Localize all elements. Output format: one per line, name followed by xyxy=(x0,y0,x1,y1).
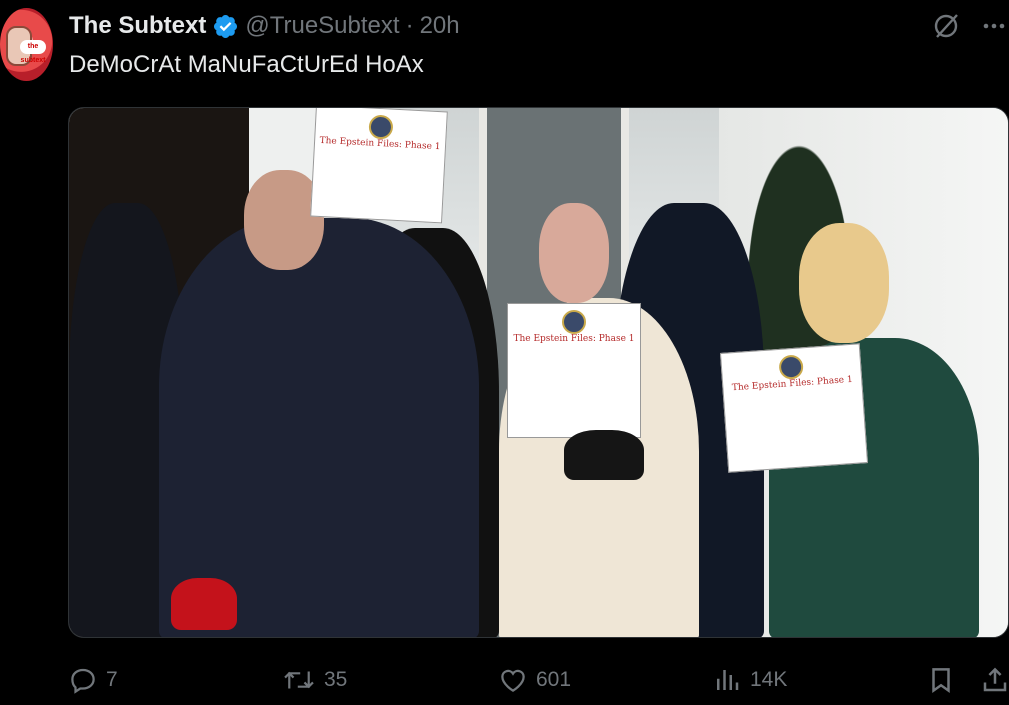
separator-dot: · xyxy=(405,12,414,39)
photo-red-hat xyxy=(171,578,237,630)
tweet-action-bar: 7 35 601 14K xyxy=(68,660,1009,700)
author-display-name[interactable]: The Subtext xyxy=(69,12,206,40)
repost-count: 35 xyxy=(324,668,348,691)
tweet-timestamp[interactable]: 20h xyxy=(420,12,460,40)
views-count: 14K xyxy=(750,668,788,691)
bookmark-button[interactable] xyxy=(926,660,956,700)
repost-icon xyxy=(284,671,314,689)
photo-person-head xyxy=(539,203,609,303)
bookmark-icon xyxy=(932,668,950,694)
tweet-photo[interactable]: The Epstein Files: Phase 1 The Epstein F… xyxy=(68,107,1009,638)
grok-icon[interactable] xyxy=(931,11,961,41)
seal-icon xyxy=(778,354,804,380)
verified-badge-icon[interactable] xyxy=(212,13,239,40)
avatar-logo: the subtext xyxy=(20,40,46,64)
seal-icon xyxy=(368,114,394,140)
photo-binder: The Epstein Files: Phase 1 xyxy=(719,343,869,473)
heart-icon xyxy=(501,669,525,692)
reply-icon xyxy=(71,668,95,694)
tweet-header: The Subtext @TrueSubtext · 20h xyxy=(69,10,460,42)
views-button[interactable]: 14K xyxy=(712,660,787,700)
views-icon xyxy=(717,670,739,690)
like-count: 601 xyxy=(536,668,572,691)
share-icon xyxy=(983,667,1007,692)
photo-binder: The Epstein Files: Phase 1 xyxy=(507,303,641,438)
photo-binder: The Epstein Files: Phase 1 xyxy=(310,108,448,224)
like-button[interactable]: 601 xyxy=(498,660,571,700)
tweet-text: DeMoCrAt MaNuFaCtUrEd HoAx xyxy=(69,51,424,78)
avatar[interactable]: the subtext xyxy=(0,8,53,81)
photo-person-head xyxy=(799,223,889,343)
share-button[interactable] xyxy=(980,660,1009,700)
tweet-top-actions xyxy=(931,10,1009,42)
repost-button[interactable]: 35 xyxy=(282,660,347,700)
reply-button[interactable]: 7 xyxy=(68,660,118,700)
reply-count: 7 xyxy=(106,668,118,691)
more-icon[interactable] xyxy=(979,11,1009,41)
seal-icon xyxy=(562,310,586,334)
photo-black-cap xyxy=(564,430,644,480)
author-handle[interactable]: @TrueSubtext xyxy=(245,12,399,40)
binder-title: The Epstein Files: Phase 1 xyxy=(513,334,635,344)
photo-person xyxy=(159,218,479,637)
